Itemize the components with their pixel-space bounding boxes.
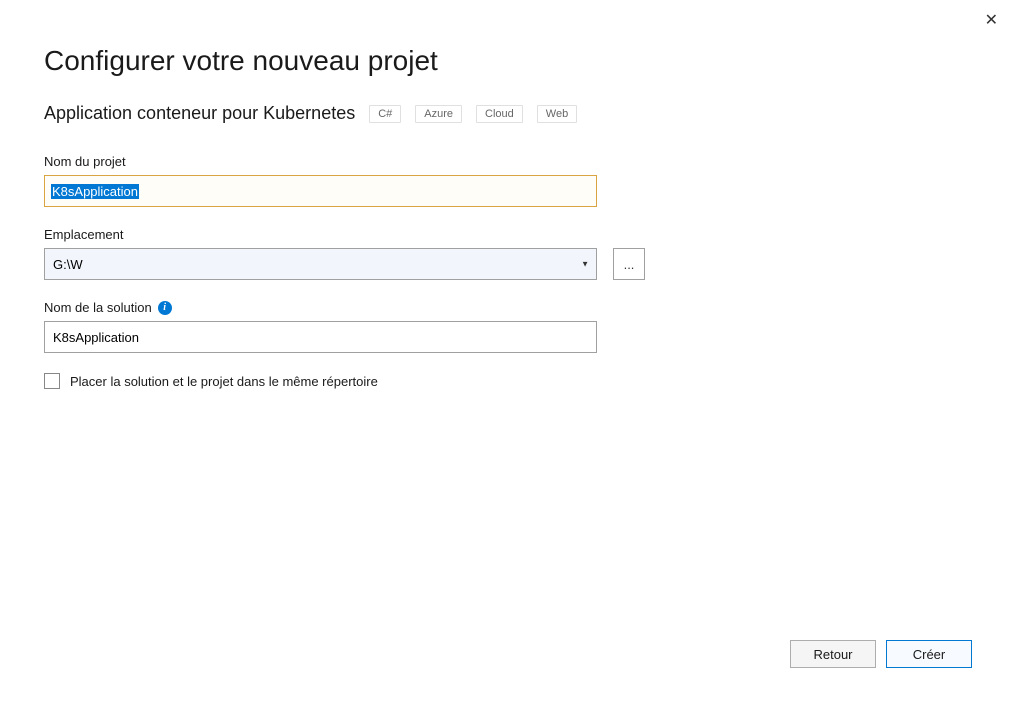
tag-cloud: Cloud: [476, 105, 523, 123]
project-name-group: Nom du projet K8sApplication: [44, 154, 972, 207]
project-name-label: Nom du projet: [44, 154, 972, 169]
location-select-wrap: ▼: [44, 248, 597, 280]
page-title: Configurer votre nouveau projet: [44, 45, 972, 77]
info-icon[interactable]: i: [158, 301, 172, 315]
back-button[interactable]: Retour: [790, 640, 876, 668]
solution-name-label-text: Nom de la solution: [44, 300, 152, 315]
subtitle-row: Application conteneur pour Kubernetes C#…: [44, 103, 972, 124]
same-directory-checkbox-row: Placer la solution et le projet dans le …: [44, 373, 972, 389]
close-button[interactable]: ✕: [985, 10, 998, 30]
create-button[interactable]: Créer: [886, 640, 972, 668]
location-input[interactable]: [44, 248, 597, 280]
tag-web: Web: [537, 105, 577, 123]
template-name: Application conteneur pour Kubernetes: [44, 103, 355, 124]
same-directory-checkbox[interactable]: [44, 373, 60, 389]
location-group: Emplacement ▼ ...: [44, 227, 972, 280]
footer-buttons: Retour Créer: [790, 640, 972, 668]
tag-azure: Azure: [415, 105, 462, 123]
location-label: Emplacement: [44, 227, 972, 242]
dialog-content: Configurer votre nouveau projet Applicat…: [0, 0, 1016, 389]
solution-name-input[interactable]: [44, 321, 597, 353]
project-name-input[interactable]: K8sApplication: [44, 175, 597, 207]
browse-button[interactable]: ...: [613, 248, 645, 280]
solution-name-label: Nom de la solution i: [44, 300, 972, 315]
solution-name-group: Nom de la solution i: [44, 300, 972, 353]
tag-csharp: C#: [369, 105, 401, 123]
project-name-value: K8sApplication: [51, 184, 139, 199]
same-directory-label: Placer la solution et le projet dans le …: [70, 374, 378, 389]
